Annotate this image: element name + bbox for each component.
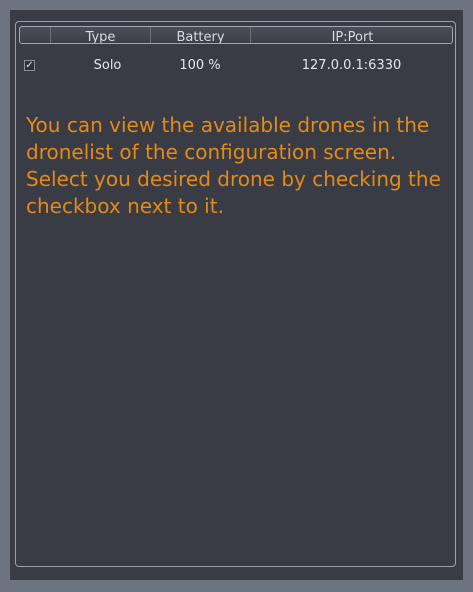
drone-list-window: Type Battery IP:Port ✓ Solo 100 % 127.0.…	[10, 10, 463, 580]
drone-table-header: Type Battery IP:Port	[19, 26, 453, 44]
column-header-ip-port[interactable]: IP:Port	[251, 27, 452, 43]
instruction-text: You can view the available drones in the…	[26, 113, 441, 218]
column-header-select[interactable]	[20, 27, 51, 43]
drone-type-cell: Solo	[93, 58, 122, 73]
drone-list-panel	[15, 21, 456, 567]
drone-battery-cell: 100 %	[179, 58, 221, 73]
column-header-battery[interactable]: Battery	[151, 27, 251, 43]
table-row[interactable]: ✓ Solo 100 % 127.0.0.1:6330	[19, 54, 453, 78]
column-header-type[interactable]: Type	[51, 27, 151, 43]
drone-select-checkbox[interactable]: ✓	[24, 60, 35, 71]
drone-ip-port-cell: 127.0.0.1:6330	[301, 58, 402, 73]
